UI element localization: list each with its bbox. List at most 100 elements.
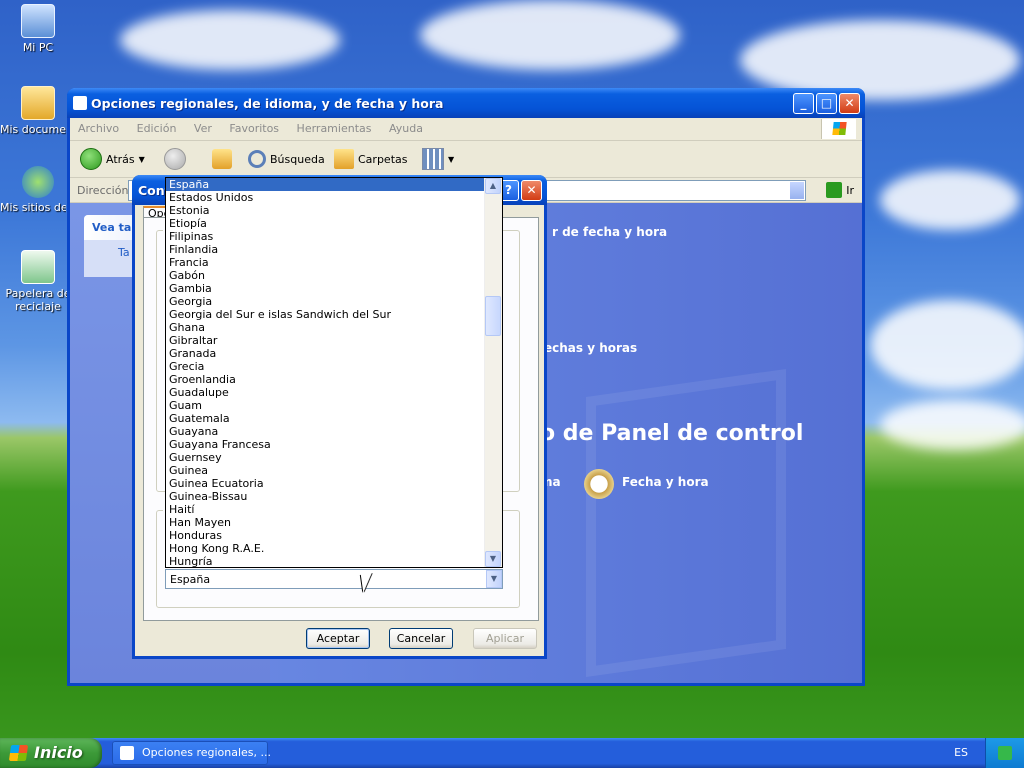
cloud — [120, 10, 340, 70]
pick-icon-heading: o de Panel de control — [540, 421, 804, 446]
views-icon — [422, 148, 444, 170]
go-button[interactable]: Ir — [826, 182, 854, 198]
start-button[interactable]: Inicio — [0, 738, 102, 768]
country-option[interactable]: Guayana — [166, 425, 485, 438]
country-option[interactable]: Guinea-Bissau — [166, 490, 485, 503]
country-option[interactable]: Georgia — [166, 295, 485, 308]
documents-folder-icon — [21, 86, 55, 120]
dialog-close-button[interactable]: ✕ — [521, 180, 542, 201]
taskbar-item-regional-options[interactable]: Opciones regionales, ... — [112, 741, 272, 765]
back-label: Atrás — [106, 152, 135, 166]
country-option[interactable]: Guam — [166, 399, 485, 412]
country-option[interactable]: Hong Kong R.A.E. — [166, 542, 485, 555]
recycle-bin-icon — [21, 250, 55, 284]
search-label: Búsqueda — [270, 152, 325, 166]
task-heading[interactable]: echas y horas — [544, 341, 637, 355]
country-option[interactable]: Guayana Francesa — [166, 438, 485, 451]
folders-icon — [334, 149, 354, 169]
ok-button[interactable]: Aceptar — [306, 628, 370, 649]
explorer-titlebar[interactable]: Opciones regionales, de idioma, y de fec… — [67, 88, 865, 118]
address-dropdown-button[interactable] — [789, 181, 805, 200]
country-option[interactable]: Georgia del Sur e islas Sandwich del Sur — [166, 308, 485, 321]
country-option[interactable]: Finlandia — [166, 243, 485, 256]
panel-title: r de fecha y hora — [552, 225, 668, 239]
country-option[interactable]: Gibraltar — [166, 334, 485, 347]
window-title: Opciones regionales, de idioma, y de fec… — [91, 96, 444, 111]
scroll-up-button[interactable]: ▲ — [485, 178, 501, 194]
country-option[interactable]: Gambia — [166, 282, 485, 295]
menu-favoritos[interactable]: Favoritos — [221, 118, 285, 135]
country-option[interactable]: Estonia — [166, 204, 485, 217]
desktop-icon-network[interactable]: Mis sitios de red — [0, 166, 76, 214]
menu-ver[interactable]: Ver — [186, 118, 218, 135]
cloud — [880, 400, 1024, 450]
country-option[interactable]: Honduras — [166, 529, 485, 542]
mouse-pointer-icon — [360, 573, 375, 593]
location-combobox[interactable]: España ▼ — [165, 569, 503, 589]
menu-ayuda[interactable]: Ayuda — [381, 118, 429, 135]
desktop-icon-label: Mis documentos — [0, 123, 66, 136]
back-button[interactable]: Atrás ▼ — [80, 148, 145, 170]
security-shield-icon[interactable] — [998, 746, 1012, 760]
country-option[interactable]: Guadalupe — [166, 386, 485, 399]
country-option[interactable]: Guinea — [166, 464, 485, 477]
back-arrow-icon — [80, 148, 102, 170]
search-button[interactable]: Búsqueda — [248, 148, 325, 170]
country-option[interactable]: Ghana — [166, 321, 485, 334]
language-indicator[interactable]: ES — [954, 746, 968, 759]
windows-flag-icon — [832, 122, 847, 135]
windows-flag-icon — [8, 745, 29, 761]
forward-arrow-icon — [164, 148, 186, 170]
menu-edicion[interactable]: Edición — [129, 118, 183, 135]
country-option[interactable]: España — [166, 178, 485, 191]
maximize-button[interactable]: □ — [816, 93, 837, 114]
up-folder-icon — [212, 149, 232, 169]
menu-bar: Archivo Edición Ver Favoritos Herramient… — [70, 118, 862, 141]
country-option[interactable]: Gabón — [166, 269, 485, 282]
country-option[interactable]: Filipinas — [166, 230, 485, 243]
country-option[interactable]: Guatemala — [166, 412, 485, 425]
taskbar-item-label: Opciones regionales, ... — [142, 746, 272, 759]
system-tray — [985, 738, 1024, 768]
up-folder-button[interactable] — [212, 148, 232, 170]
desktop-icon-label: Mis sitios de red — [0, 201, 66, 214]
views-button[interactable]: ▼ — [422, 148, 454, 170]
close-button[interactable]: ✕ — [839, 93, 860, 114]
folders-label: Carpetas — [358, 152, 408, 166]
forward-button[interactable] — [164, 148, 186, 170]
desktop-icon-my-documents[interactable]: Mis documentos — [0, 86, 76, 136]
desktop-icon-recycle-bin[interactable]: Papelera de reciclaje — [0, 250, 76, 313]
country-option[interactable]: Guinea Ecuatoria — [166, 477, 485, 490]
list-scrollbar[interactable]: ▲ ▼ — [484, 178, 502, 567]
combobox-value: España — [170, 573, 211, 586]
date-time-icon[interactable] — [584, 469, 614, 499]
cancel-button[interactable]: Cancelar — [389, 628, 453, 649]
country-option[interactable]: Etiopía — [166, 217, 485, 230]
go-label: Ir — [846, 183, 854, 197]
desktop-icon-label: Mi PC — [22, 41, 54, 54]
country-option[interactable]: Grecia — [166, 360, 485, 373]
country-option[interactable]: Han Mayen — [166, 516, 485, 529]
country-option[interactable]: Estados Unidos — [166, 191, 485, 204]
address-label: Dirección — [77, 184, 129, 197]
folders-button[interactable]: Carpetas — [334, 148, 407, 170]
country-option[interactable]: Granada — [166, 347, 485, 360]
cloud — [880, 170, 1020, 230]
windows-logo — [821, 119, 856, 139]
menu-archivo[interactable]: Archivo — [70, 118, 125, 135]
country-option[interactable]: Groenlandia — [166, 373, 485, 386]
desktop-icon-my-pc[interactable]: Mi PC — [0, 4, 76, 54]
minimize-button[interactable]: _ — [793, 93, 814, 114]
country-option[interactable]: Haití — [166, 503, 485, 516]
chevron-down-icon[interactable]: ▼ — [139, 155, 145, 164]
scroll-down-button[interactable]: ▼ — [485, 551, 501, 567]
country-option[interactable]: Hungría — [166, 555, 485, 567]
date-time-link[interactable]: Fecha y hora — [622, 475, 709, 489]
country-dropdown-list[interactable]: España Estados Unidos Estonia Etiopía Filipi… — [165, 177, 503, 568]
country-option[interactable]: Francia — [166, 256, 485, 269]
scroll-thumb[interactable] — [485, 296, 501, 336]
country-option[interactable]: Guernsey — [166, 451, 485, 464]
apply-button[interactable]: Aplicar — [473, 628, 537, 649]
menu-herramientas[interactable]: Herramientas — [289, 118, 378, 135]
chevron-down-icon[interactable]: ▼ — [486, 570, 502, 588]
